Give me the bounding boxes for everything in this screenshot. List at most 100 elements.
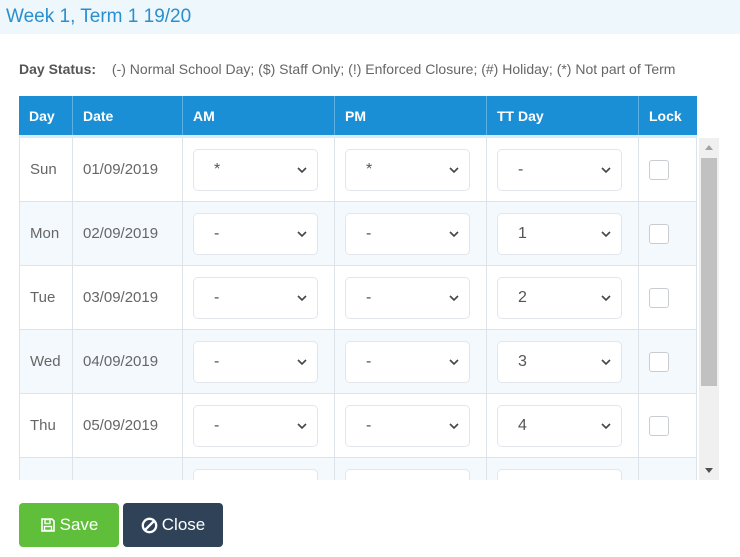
chevron-down-icon (297, 294, 307, 301)
am-cell: - (183, 266, 335, 329)
column-header-pm: PM (335, 96, 487, 135)
lock-cell (639, 458, 697, 480)
tt-day-select[interactable]: 4 (497, 404, 622, 447)
chevron-down-icon (449, 358, 459, 365)
date-cell: 03/09/2019 (73, 266, 183, 329)
am-status-select[interactable]: - (193, 340, 318, 383)
day-cell: Mon (19, 202, 73, 265)
pm-cell: - (335, 330, 487, 393)
table-scrollbar[interactable] (699, 138, 719, 480)
table-rows: Sun 01/09/2019 * * - Mon 02/09/2019 - - 1 Tue 03/09… (19, 138, 697, 480)
lock-checkbox[interactable] (649, 159, 669, 180)
table-row: Thu 05/09/2019 - - 4 (19, 394, 697, 458)
tt-day-select[interactable]: 2 (497, 276, 622, 319)
tt-day-cell: 4 (487, 394, 639, 457)
am-cell: - (183, 330, 335, 393)
table-row: Mon 02/09/2019 - - 1 (19, 202, 697, 266)
table-row: Tue 03/09/2019 - - 2 (19, 266, 697, 330)
tt-day-cell: 1 (487, 202, 639, 265)
tt-day-select[interactable]: - (497, 148, 622, 191)
pm-status-select[interactable]: * (345, 148, 470, 191)
save-button[interactable]: Save (19, 503, 119, 547)
pm-status-select[interactable] (345, 468, 470, 480)
chevron-down-icon (449, 422, 459, 429)
table-row (19, 458, 697, 480)
day-status-label: Day Status: (19, 61, 97, 77)
table-header: Day Date AM PM TT Day Lock (19, 96, 697, 138)
lock-checkbox[interactable] (649, 223, 669, 244)
term-days-table: Day Date AM PM TT Day Lock Sun 01/09/2019… (19, 96, 719, 480)
date-cell: 05/09/2019 (73, 394, 183, 457)
column-header-am: AM (183, 96, 335, 135)
table-row: Sun 01/09/2019 * * - (19, 138, 697, 202)
pm-status-select[interactable]: - (345, 212, 470, 255)
column-header-date: Date (73, 96, 183, 135)
tt-day-cell (487, 458, 639, 480)
chevron-down-icon (449, 166, 459, 173)
am-status-select[interactable]: * (193, 148, 318, 191)
close-button[interactable]: Close (123, 503, 223, 547)
am-cell: * (183, 138, 335, 201)
tt-day-select[interactable] (497, 468, 622, 480)
am-status-select[interactable]: - (193, 276, 318, 319)
tt-day-cell: - (487, 138, 639, 201)
day-cell: Wed (19, 330, 73, 393)
tt-day-value: - (518, 160, 524, 178)
pm-status-value: - (366, 416, 372, 434)
tt-day-select[interactable]: 3 (497, 340, 622, 383)
am-status-value: - (214, 288, 220, 306)
scroll-down-arrow-icon[interactable] (699, 462, 719, 478)
tt-day-value: 3 (518, 352, 527, 370)
dialog-header: Week 1, Term 1 19/20 (0, 0, 740, 34)
pm-cell: * (335, 138, 487, 201)
date-cell: 01/09/2019 (73, 138, 183, 201)
chevron-down-icon (297, 166, 307, 173)
date-cell (73, 458, 183, 480)
lock-checkbox[interactable] (649, 415, 669, 436)
lock-cell (639, 330, 697, 393)
lock-cell (639, 266, 697, 329)
tt-day-value: 2 (518, 288, 527, 306)
day-cell: Thu (19, 394, 73, 457)
pm-status-select[interactable]: - (345, 340, 470, 383)
tt-day-value: 4 (518, 416, 527, 434)
chevron-down-icon (449, 294, 459, 301)
pm-status-value: - (366, 288, 372, 306)
chevron-down-icon (601, 166, 611, 173)
save-label: Save (59, 515, 99, 534)
tt-day-cell: 2 (487, 266, 639, 329)
chevron-down-icon (601, 358, 611, 365)
ban-icon (141, 517, 158, 534)
chevron-down-icon (297, 230, 307, 237)
chevron-down-icon (601, 422, 611, 429)
tt-day-value: 1 (518, 224, 527, 242)
chevron-down-icon (601, 294, 611, 301)
chevron-down-icon (601, 230, 611, 237)
tt-day-select[interactable]: 1 (497, 212, 622, 255)
am-status-value: - (214, 352, 220, 370)
pm-status-select[interactable]: - (345, 276, 470, 319)
lock-checkbox[interactable] (649, 351, 669, 372)
scroll-up-arrow-icon[interactable] (699, 140, 719, 156)
pm-status-select[interactable]: - (345, 404, 470, 447)
chevron-down-icon (297, 422, 307, 429)
day-status-legend: Day Status: (-) Normal School Day; ($) S… (19, 61, 675, 77)
pm-cell: - (335, 394, 487, 457)
pm-status-value: - (366, 224, 372, 242)
date-cell: 04/09/2019 (73, 330, 183, 393)
dialog-title: Week 1, Term 1 19/20 (6, 6, 192, 27)
am-cell: - (183, 202, 335, 265)
lock-cell (639, 394, 697, 457)
lock-checkbox[interactable] (649, 287, 669, 308)
am-cell (183, 458, 335, 480)
scrollbar-thumb[interactable] (701, 158, 717, 386)
am-status-select[interactable] (193, 468, 318, 480)
am-status-select[interactable]: - (193, 212, 318, 255)
pm-status-value: - (366, 352, 372, 370)
pm-status-value: * (366, 160, 373, 178)
tt-day-cell: 3 (487, 330, 639, 393)
chevron-down-icon (449, 230, 459, 237)
column-header-tt-day: TT Day (487, 96, 639, 135)
column-header-day: Day (19, 96, 73, 135)
am-status-select[interactable]: - (193, 404, 318, 447)
